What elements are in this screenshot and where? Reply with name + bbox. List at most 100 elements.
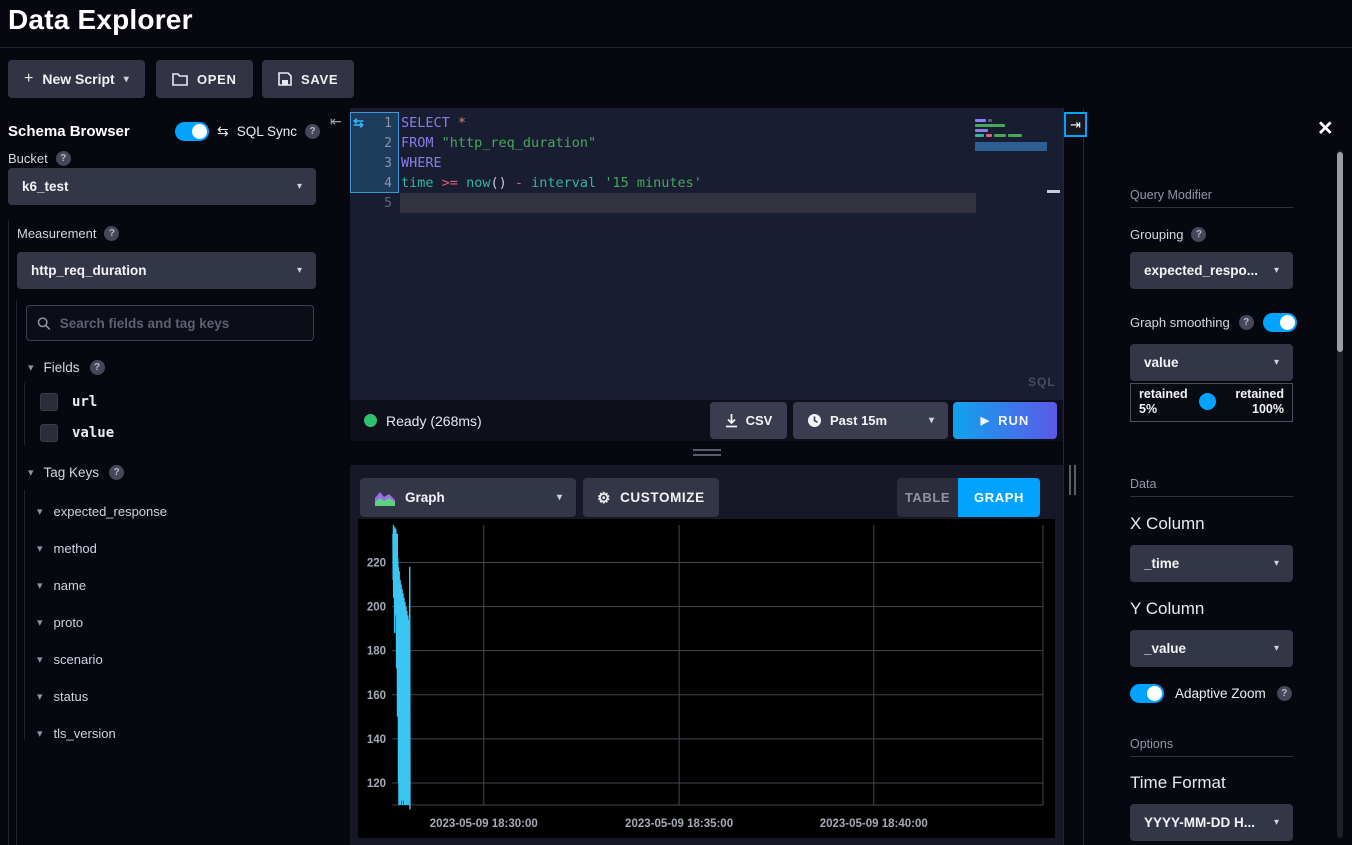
scrollbar-thumb[interactable]: [1337, 152, 1343, 352]
bucket-dropdown[interactable]: k6_test ▾: [8, 168, 316, 205]
data-explorer-app: Data Explorer + New Script ▾ OPEN SAVE S…: [0, 0, 1352, 845]
adaptive-zoom-help-icon[interactable]: ?: [1277, 686, 1292, 701]
fields-group-header[interactable]: ▾ Fields ?: [28, 360, 105, 375]
search-input[interactable]: [60, 316, 303, 331]
sql-editor[interactable]: ⇆ 12345 SELECT *FROM "http_req_duration"…: [350, 108, 1063, 400]
svg-text:2023-05-09 18:35:00: 2023-05-09 18:35:00: [625, 818, 733, 830]
sql-sync-toggle[interactable]: [175, 122, 209, 141]
retained-left-label: retained: [1139, 387, 1188, 402]
page-title: Data Explorer: [8, 4, 193, 36]
tag-key-row[interactable]: ▾expected_response: [37, 493, 317, 530]
grouping-dropdown[interactable]: expected_respo... ▾: [1130, 252, 1293, 289]
close-panel-icon[interactable]: ×: [1318, 116, 1333, 141]
line-number: 4: [350, 176, 392, 191]
vertical-resize-handle[interactable]: [1069, 465, 1076, 495]
graph-smoothing-toggle[interactable]: [1263, 313, 1297, 332]
time-range-label: Past 15m: [830, 413, 887, 428]
tag-key-row[interactable]: ▾scenario: [37, 641, 317, 678]
status-text: Ready (268ms): [386, 413, 482, 429]
retained-right-label: retained: [1235, 387, 1284, 402]
grouping-help-icon[interactable]: ?: [1191, 227, 1206, 242]
plus-icon: +: [24, 70, 33, 88]
chevron-down-icon: ▾: [37, 505, 43, 518]
tag-keys-group-header[interactable]: ▾ Tag Keys ?: [28, 465, 124, 480]
results-panel: Graph ▾ ⚙ CUSTOMIZE TABLE GRAPH 12014016…: [350, 465, 1063, 845]
svg-text:120: 120: [367, 778, 386, 790]
smoothing-column-dropdown[interactable]: value ▾: [1130, 344, 1293, 381]
svg-text:160: 160: [367, 690, 386, 702]
schema-browser-panel: Schema Browser ⇆ SQL Sync ? Bucket ? k6_…: [0, 108, 328, 845]
fields-help-icon[interactable]: ?: [90, 360, 105, 375]
graph-smoothing-help-icon[interactable]: ?: [1239, 315, 1254, 330]
tag-key-row[interactable]: ▾ name: [37, 567, 317, 604]
bucket-value: k6_test: [22, 179, 69, 194]
retained-left-value: 5%: [1139, 402, 1188, 417]
indent-guide: [24, 383, 25, 445]
tag-key-row[interactable]: ▾proto: [37, 604, 317, 641]
chevron-down-icon: ▾: [929, 415, 934, 426]
tag-key-label: name: [54, 578, 87, 593]
editor-minimap[interactable]: [975, 113, 1053, 263]
adaptive-zoom-toggle[interactable]: [1130, 684, 1164, 703]
time-range-dropdown[interactable]: Past 15m ▾: [793, 402, 948, 439]
sql-sync-help-icon[interactable]: ?: [305, 124, 320, 139]
field-checkbox[interactable]: [40, 393, 58, 411]
collapse-sidebar-icon[interactable]: ⇤: [330, 113, 342, 130]
bucket-label: Bucket: [8, 151, 48, 166]
tab-table[interactable]: TABLE: [897, 478, 958, 517]
y-column-dropdown[interactable]: _value ▾: [1130, 630, 1293, 667]
chevron-down-icon: ▾: [1274, 817, 1279, 828]
line-number: 5: [350, 196, 392, 211]
view-type-label: Graph: [405, 490, 445, 505]
status-ok-dot: [364, 414, 377, 427]
tag-key-row[interactable]: ▾method: [37, 530, 317, 567]
open-button[interactable]: OPEN: [156, 60, 253, 98]
csv-download-button[interactable]: CSV: [710, 402, 787, 439]
panel-separator: [1063, 108, 1064, 845]
tag-keys-help-icon[interactable]: ?: [109, 465, 124, 480]
tag-key-label: tls_version: [54, 726, 116, 741]
retained-slider-handle[interactable]: [1199, 393, 1216, 410]
save-button[interactable]: SAVE: [262, 60, 354, 98]
tag-key-row[interactable]: ▾status: [37, 678, 317, 715]
run-button[interactable]: ▶ RUN: [953, 402, 1057, 439]
measurement-help-icon[interactable]: ?: [104, 226, 119, 241]
current-line-highlight: [400, 193, 976, 213]
time-series-chart[interactable]: 1201401601802002202023-05-09 18:30:00202…: [358, 519, 1055, 838]
tab-graph[interactable]: GRAPH: [958, 478, 1040, 517]
chevron-down-icon: ▾: [124, 74, 129, 85]
grouping-label: Grouping: [1130, 227, 1183, 242]
bucket-help-icon[interactable]: ?: [56, 151, 71, 166]
x-column-dropdown[interactable]: _time ▾: [1130, 545, 1293, 582]
chevron-down-icon: ▾: [37, 579, 43, 592]
minimap-selection: [975, 142, 1047, 151]
retained-right-value: 100%: [1235, 402, 1284, 417]
tag-key-label: status: [54, 689, 89, 704]
tag-key-label: scenario: [54, 652, 103, 667]
view-type-dropdown[interactable]: Graph ▾: [360, 478, 576, 517]
tag-keys-label: Tag Keys: [44, 465, 100, 480]
chevron-down-icon: ▾: [297, 265, 302, 276]
smoothing-column-value: value: [1144, 355, 1179, 370]
new-script-button[interactable]: + New Script ▾: [8, 60, 145, 98]
y-column-label: Y Column: [1130, 599, 1204, 619]
editor-scroll-indicator[interactable]: [1047, 190, 1060, 193]
tag-key-row[interactable]: ▾tls_version: [37, 715, 317, 752]
horizontal-resize-handle[interactable]: [693, 449, 721, 459]
chevron-down-icon: ▾: [557, 492, 562, 503]
query-modifier-header: Query Modifier: [1130, 188, 1212, 202]
schema-browser-title: Schema Browser: [8, 123, 130, 140]
indent-guide: [8, 220, 9, 845]
schema-search: [26, 305, 314, 341]
chevron-down-icon: ▾: [1274, 643, 1279, 654]
editor-status-bar: Ready (268ms) CSV Past 15m ▾ ▶ RUN: [350, 400, 1063, 441]
measurement-dropdown[interactable]: http_req_duration ▾: [17, 252, 316, 289]
search-icon: [37, 316, 51, 331]
customize-button[interactable]: ⚙ CUSTOMIZE: [583, 478, 719, 517]
y-column-value: _value: [1144, 641, 1186, 656]
measurement-label: Measurement: [17, 226, 96, 241]
code-line: FROM "http_req_duration": [401, 135, 596, 151]
chevron-down-icon: ▾: [1274, 558, 1279, 569]
field-checkbox[interactable]: [40, 424, 58, 442]
time-format-dropdown[interactable]: YYYY-MM-DD H... ▾: [1130, 804, 1293, 841]
